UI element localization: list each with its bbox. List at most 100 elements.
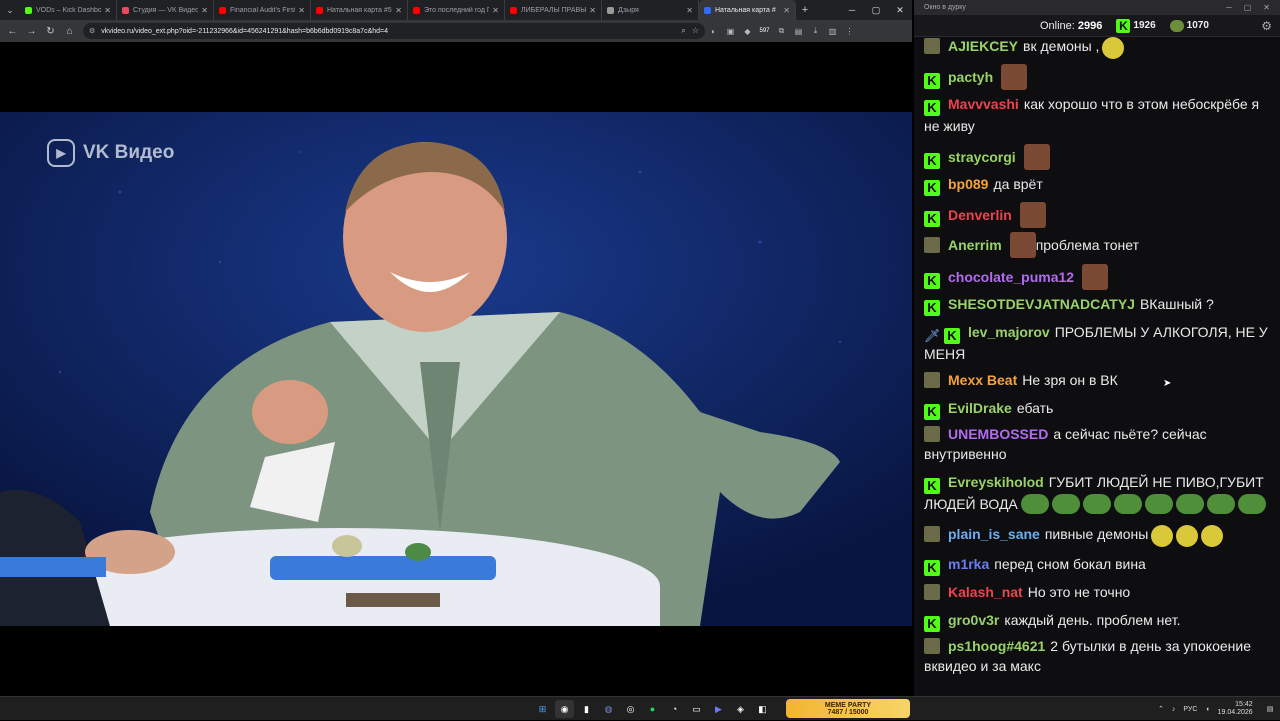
back-icon[interactable]: ← [3,21,22,41]
spotify-icon[interactable]: ● [643,700,662,718]
kick-badge-icon[interactable]: K [924,478,940,494]
chrome-icon[interactable]: ◉ [555,700,574,718]
tab-close-icon[interactable]: ✕ [104,6,111,15]
chat-username[interactable]: gro0v3r [948,612,999,628]
meme-party-widget[interactable]: MEME PARTY 7487 / 15000 [786,699,910,718]
new-tab-button[interactable]: + [796,0,814,20]
chat-username[interactable]: Kalash_nat [948,584,1023,600]
explorer-icon[interactable]: ▮ [577,700,596,718]
kick-badge-icon[interactable]: K [944,328,960,344]
home-icon[interactable]: ⌂ [60,21,79,41]
chat-username[interactable]: SHESOTDEVJATNADCATYJ [948,296,1135,312]
chat-messages[interactable]: AJIEKCEY вк демоны , Kpactyh K Mavvvashi как … [914,36,1280,686]
yellow-emote-icon[interactable] [1102,37,1125,59]
kick-badge-icon[interactable]: K [924,180,940,196]
tab-close-icon[interactable]: ✕ [201,6,208,15]
browser-tab[interactable]: Financial Audit's First F ✕ [214,0,311,20]
chat-username[interactable]: lev_majorov [968,324,1050,340]
chat-username[interactable]: pactyh [948,69,993,85]
chat-username[interactable]: ps1hoog#4621 [948,638,1045,654]
frog-emote-icon[interactable] [1051,494,1080,514]
kick-badge-icon[interactable]: K [924,153,940,169]
extensions-puzzle-icon[interactable]: ⧉ [773,21,790,41]
browser-tab[interactable]: Студия — VK Видео Li✕ [117,0,214,20]
microphone-icon[interactable]: ♪ [1172,706,1176,713]
browser-tab[interactable]: Дзыря ✕ [602,0,699,20]
subscriber-badge-icon[interactable] [924,38,940,54]
kick-badge-icon[interactable]: K [924,100,940,116]
browser-tab[interactable]: Натальная карта #58 ✕ [311,0,408,20]
tab-close-icon[interactable]: ✕ [589,6,596,15]
download-icon[interactable]: ⤓ [807,21,824,41]
forward-icon[interactable]: → [22,21,41,41]
chat-username[interactable]: chocolate_puma12 [948,269,1074,285]
face-emote-icon[interactable] [1082,264,1109,290]
chevron-up-icon[interactable]: ⌃ [1158,705,1164,713]
close-icon[interactable]: ✕ [888,0,912,20]
kick-badge-icon[interactable]: K [924,300,940,316]
clock[interactable]: 15:42 19.04.2026 [1218,701,1253,717]
site-info-icon[interactable]: ⚙ [89,27,95,35]
chat-username[interactable]: Denverlin [948,207,1012,223]
chat-username[interactable]: straycorgi [948,149,1016,165]
chat-username[interactable]: AJIEKCEY [948,38,1018,54]
gear-icon[interactable]: ⚙ [1261,19,1272,33]
reload-icon[interactable]: ↻ [41,21,60,41]
face-emote-icon[interactable] [1009,232,1036,258]
kick-badge-icon[interactable]: K [924,404,940,420]
face-emote-icon[interactable] [1023,144,1050,170]
zoom-icon[interactable]: ⌕ [681,26,685,36]
chat-username[interactable]: Anerrim [948,237,1002,253]
tab-close-icon[interactable]: ✕ [686,6,693,15]
windows-start-icon[interactable]: ⊞ [533,700,552,718]
extension-badge-icon[interactable]: 597 [756,21,773,41]
extension-icon[interactable]: ▣ [722,21,739,41]
extension-icon[interactable]: ◆ [739,21,756,41]
menu-icon[interactable]: ⋮ [841,21,858,41]
app-icon[interactable]: ◧ [753,700,772,718]
video-player[interactable]: ▶ VK Видео [0,112,912,626]
bookmark-star-icon[interactable]: ☆ [692,26,699,36]
chat-username[interactable]: m1rka [948,556,989,572]
moderator-sword-icon[interactable]: 🗡 [924,328,941,344]
chat-username[interactable]: Mexx Beat [948,372,1017,388]
address-bar[interactable]: ⚙ vkvideo.ru/video_ext.php?oid=-21123296… [83,23,705,39]
extension-icon[interactable]: ◐ [705,21,722,41]
subscriber-badge-icon[interactable] [924,372,940,388]
browser-tab[interactable]: Это последний год Пу ✕ [408,0,505,20]
frog-emote-icon[interactable] [1020,494,1049,514]
tab-close-icon[interactable]: ✕ [298,6,305,15]
subscriber-badge-icon[interactable] [924,584,940,600]
split-icon[interactable]: ▥ [824,21,841,41]
steam-icon[interactable]: ◎ [621,700,640,718]
yellow-emote-icon[interactable] [1201,525,1224,547]
subscriber-badge-icon[interactable] [924,426,940,442]
subscriber-badge-icon[interactable] [924,237,940,253]
chat-username[interactable]: plain_is_sane [948,526,1040,542]
kick-badge-icon[interactable]: K [924,616,940,632]
tab-close-icon[interactable]: ✕ [492,6,499,15]
face-emote-icon[interactable] [1019,202,1046,228]
chat-username[interactable]: UNEMBOSSED [948,426,1048,442]
browser-tab[interactable]: Натальная карта # ✕ [699,0,796,20]
kick-badge-icon[interactable]: K [924,560,940,576]
yellow-emote-icon[interactable] [1176,525,1199,547]
discord-icon[interactable]: ◍ [599,700,618,718]
volume-icon[interactable]: ◖ [1205,706,1209,713]
chat-username[interactable]: EvilDrake [948,400,1012,416]
minimize-icon[interactable]: ─ [1226,3,1232,12]
tab-close-icon[interactable]: ✕ [395,6,402,15]
yellow-emote-icon[interactable] [1151,525,1174,547]
chat-username[interactable]: Evreyskiholod [948,474,1044,490]
subscriber-badge-icon[interactable] [924,526,940,542]
sidebar-icon[interactable]: ▤ [790,21,807,41]
kick-badge-icon[interactable]: K [924,73,940,89]
browser-tab[interactable]: ЛИБЕРАЛЫ ПРАВЫ ВО✕ [505,0,602,20]
chat-username[interactable]: bp089 [948,176,988,192]
face-emote-icon[interactable] [1001,64,1028,90]
obs-icon[interactable]: ◔ [665,700,684,718]
kick-badge-icon[interactable]: K [924,273,940,289]
close-icon[interactable]: ✕ [1263,3,1270,12]
tab-search-icon[interactable]: ⌄ [0,0,20,20]
browser-tab[interactable]: VODs – Kick Dashboard✕ [20,0,117,20]
